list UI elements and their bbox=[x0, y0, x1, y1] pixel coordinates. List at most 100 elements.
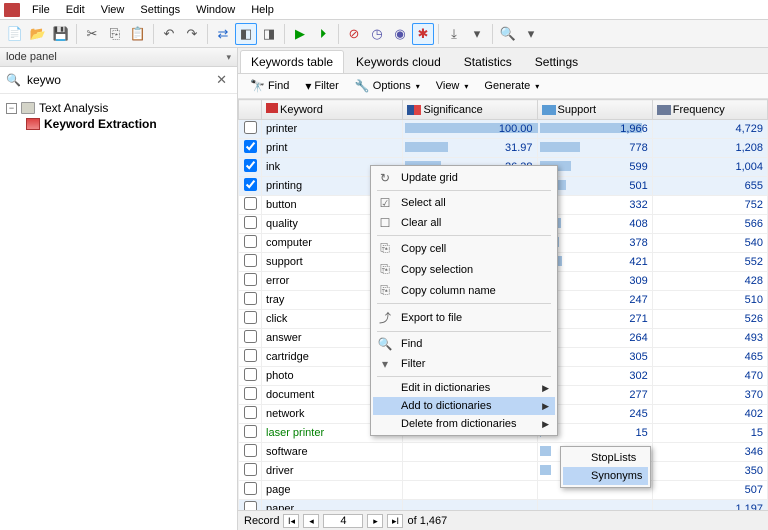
collapse-icon[interactable]: ▾ bbox=[226, 52, 231, 63]
ctx-copy-selection[interactable]: ⎘Copy selection bbox=[373, 259, 555, 280]
ctx-filter[interactable]: ▾Filter bbox=[373, 354, 555, 374]
tb-filter-icon[interactable]: ▾ bbox=[520, 23, 542, 45]
tb-import-icon[interactable]: ⤓ bbox=[443, 23, 465, 45]
tab-keywords-table[interactable]: Keywords table bbox=[240, 50, 344, 73]
row-checkbox[interactable] bbox=[244, 178, 257, 191]
nav-first-icon[interactable]: I◂ bbox=[283, 514, 299, 528]
row-checkbox-cell[interactable] bbox=[239, 139, 262, 158]
row-checkbox-cell[interactable] bbox=[239, 462, 262, 481]
find-button[interactable]: 🔭Find bbox=[244, 77, 295, 95]
menu-window[interactable]: Window bbox=[188, 2, 243, 18]
tb-stop-icon[interactable]: ⊘ bbox=[343, 23, 365, 45]
table-row[interactable]: driver227350 bbox=[239, 462, 768, 481]
col-check[interactable] bbox=[239, 100, 262, 120]
row-checkbox-cell[interactable] bbox=[239, 481, 262, 500]
tb-new-icon[interactable]: 📄 bbox=[4, 23, 26, 45]
col-support[interactable]: Support bbox=[537, 100, 652, 120]
tb-bug-icon[interactable]: ✱ bbox=[412, 23, 434, 45]
view-button[interactable]: View▾ bbox=[430, 78, 475, 94]
col-frequency[interactable]: Frequency bbox=[652, 100, 767, 120]
row-checkbox-cell[interactable] bbox=[239, 196, 262, 215]
table-row[interactable]: software229346 bbox=[239, 443, 768, 462]
table-row[interactable]: print31.977781,208 bbox=[239, 139, 768, 158]
tb-run-icon[interactable]: ▶ bbox=[289, 23, 311, 45]
row-checkbox[interactable] bbox=[244, 330, 257, 343]
ctx-update-grid[interactable]: ↻Update grid bbox=[373, 168, 555, 188]
row-checkbox[interactable] bbox=[244, 425, 257, 438]
nav-last-icon[interactable]: ▸I bbox=[387, 514, 403, 528]
tb-clock-icon[interactable]: ◷ bbox=[366, 23, 388, 45]
menu-view[interactable]: View bbox=[93, 2, 133, 18]
row-checkbox-cell[interactable] bbox=[239, 272, 262, 291]
tb-undo-icon[interactable]: ↶ bbox=[158, 23, 180, 45]
row-checkbox-cell[interactable] bbox=[239, 120, 262, 139]
expand-icon[interactable]: − bbox=[6, 103, 17, 114]
row-checkbox[interactable] bbox=[244, 444, 257, 457]
ctx-del-dict[interactable]: Delete from dictionaries▶ bbox=[373, 415, 555, 433]
tab-keywords-cloud[interactable]: Keywords cloud bbox=[345, 50, 452, 73]
tree-root[interactable]: − Text Analysis bbox=[4, 100, 233, 116]
row-checkbox[interactable] bbox=[244, 235, 257, 248]
filter-button[interactable]: ▾Filter bbox=[299, 77, 344, 95]
col-significance[interactable]: Significance bbox=[403, 100, 537, 120]
row-checkbox-cell[interactable] bbox=[239, 367, 262, 386]
menu-help[interactable]: Help bbox=[243, 2, 282, 18]
tree-child[interactable]: Keyword Extraction bbox=[4, 116, 233, 132]
row-checkbox[interactable] bbox=[244, 159, 257, 172]
nav-next-icon[interactable]: ▸ bbox=[367, 514, 383, 528]
row-checkbox-cell[interactable] bbox=[239, 234, 262, 253]
tb-paste-icon[interactable]: 📋 bbox=[127, 23, 149, 45]
ctx-export[interactable]: ⤴Export to file bbox=[373, 306, 555, 329]
row-checkbox-cell[interactable] bbox=[239, 424, 262, 443]
row-checkbox-cell[interactable] bbox=[239, 177, 262, 196]
row-checkbox-cell[interactable] bbox=[239, 215, 262, 234]
row-checkbox[interactable] bbox=[244, 406, 257, 419]
row-checkbox[interactable] bbox=[244, 121, 257, 134]
tb-panel-icon[interactable]: ◧ bbox=[235, 23, 257, 45]
tb-cut-icon[interactable]: ✂ bbox=[81, 23, 103, 45]
tb-runall-icon[interactable]: ⏵ bbox=[312, 23, 334, 45]
col-keyword[interactable]: Keyword bbox=[262, 100, 403, 120]
ctx-add-dict[interactable]: Add to dictionaries▶ bbox=[373, 397, 555, 415]
table-row[interactable]: printer100.001,9664,729 bbox=[239, 120, 768, 139]
tb-panel2-icon[interactable]: ◨ bbox=[258, 23, 280, 45]
nav-prev-icon[interactable]: ◂ bbox=[303, 514, 319, 528]
tb-save-icon[interactable]: 💾 bbox=[50, 23, 72, 45]
row-checkbox[interactable] bbox=[244, 311, 257, 324]
row-checkbox[interactable] bbox=[244, 273, 257, 286]
row-checkbox[interactable] bbox=[244, 482, 257, 495]
tb-search-icon[interactable]: 🔍 bbox=[497, 23, 519, 45]
menu-edit[interactable]: Edit bbox=[58, 2, 93, 18]
tb-globe-icon[interactable]: ◉ bbox=[389, 23, 411, 45]
record-input[interactable] bbox=[323, 514, 363, 528]
ctx-clear-all[interactable]: ☐Clear all bbox=[373, 213, 555, 233]
menu-settings[interactable]: Settings bbox=[132, 2, 188, 18]
row-checkbox-cell[interactable] bbox=[239, 158, 262, 177]
tb-copy-icon[interactable]: ⎘ bbox=[104, 23, 126, 45]
tb-dropdown-icon[interactable]: ▾ bbox=[466, 23, 488, 45]
row-checkbox[interactable] bbox=[244, 292, 257, 305]
table-row[interactable]: page507 bbox=[239, 481, 768, 500]
options-button[interactable]: 🔧Options▾ bbox=[349, 77, 426, 95]
row-checkbox[interactable] bbox=[244, 349, 257, 362]
row-checkbox-cell[interactable] bbox=[239, 310, 262, 329]
sub-synonyms[interactable]: Synonyms bbox=[563, 467, 648, 485]
ctx-find[interactable]: 🔍Find bbox=[373, 334, 555, 354]
row-checkbox[interactable] bbox=[244, 463, 257, 476]
tb-layout-icon[interactable]: ⇄ bbox=[212, 23, 234, 45]
tb-open-icon[interactable]: 📂 bbox=[27, 23, 49, 45]
sub-stoplists[interactable]: StopLists bbox=[563, 449, 648, 467]
row-checkbox[interactable] bbox=[244, 254, 257, 267]
tab-statistics[interactable]: Statistics bbox=[453, 50, 523, 73]
row-checkbox-cell[interactable] bbox=[239, 329, 262, 348]
row-checkbox-cell[interactable] bbox=[239, 253, 262, 272]
generate-button[interactable]: Generate▾ bbox=[478, 78, 545, 94]
ctx-copy-cell[interactable]: ⎘Copy cell bbox=[373, 238, 555, 259]
row-checkbox[interactable] bbox=[244, 387, 257, 400]
ctx-copy-column[interactable]: ⎘Copy column name bbox=[373, 280, 555, 301]
clear-search-icon[interactable]: ✕ bbox=[212, 72, 231, 88]
tab-settings[interactable]: Settings bbox=[524, 50, 589, 73]
tb-redo-icon[interactable]: ↷ bbox=[181, 23, 203, 45]
row-checkbox[interactable] bbox=[244, 197, 257, 210]
row-checkbox-cell[interactable] bbox=[239, 443, 262, 462]
